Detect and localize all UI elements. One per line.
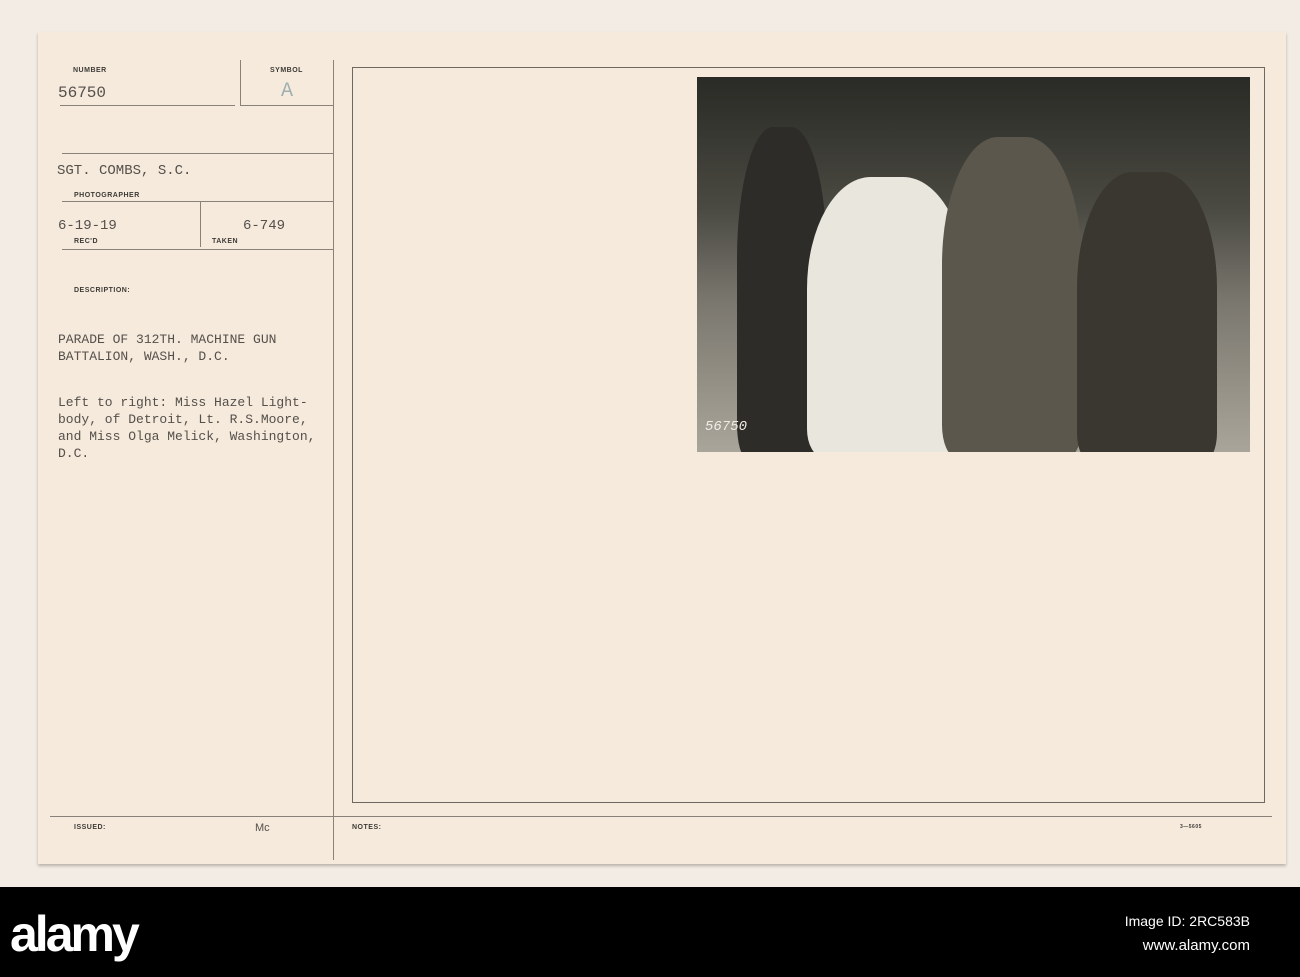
description-line: PARADE OF 312TH. MACHINE GUN bbox=[58, 332, 277, 347]
number-value: 56750 bbox=[58, 84, 107, 102]
issued-label: ISSUED: bbox=[74, 824, 106, 831]
photographer-label: PHOTOGRAPHER bbox=[74, 192, 140, 199]
received-value: 6-19-19 bbox=[58, 218, 117, 234]
symbol-label: SYMBOL bbox=[270, 67, 303, 74]
symbol-value: A bbox=[281, 80, 294, 103]
taken-value: 6-749 bbox=[243, 218, 286, 234]
site-url: www.alamy.com bbox=[1142, 937, 1250, 954]
stock-footer: alamy Image ID: 2RC583B www.alamy.com bbox=[0, 887, 1300, 977]
caption-line: Left to right: Miss Hazel Light- bbox=[58, 395, 308, 410]
photograph: 56750 bbox=[697, 77, 1250, 452]
received-label: REC'D bbox=[74, 238, 98, 245]
number-label: NUMBER bbox=[73, 67, 107, 74]
caption-line: body, of Detroit, Lt. R.S.Moore, bbox=[58, 412, 308, 427]
photographer-value: SGT. COMBS, S.C. bbox=[57, 163, 192, 179]
alamy-logo: alamy bbox=[10, 906, 140, 962]
caption-line: D.C. bbox=[58, 446, 90, 461]
description-line: BATTALION, WASH., D.C. bbox=[58, 349, 230, 364]
image-id: Image ID: 2RC583B bbox=[1124, 913, 1250, 929]
caption-line: and Miss Olga Melick, Washington, bbox=[58, 429, 316, 444]
taken-label: TAKEN bbox=[212, 238, 239, 245]
photo-number: 56750 bbox=[705, 419, 748, 435]
form-number: 3—5605 bbox=[1180, 824, 1202, 830]
issued-initials: Mc bbox=[255, 822, 270, 834]
description-label: DESCRIPTION: bbox=[74, 287, 131, 294]
notes-label: NOTES: bbox=[352, 824, 382, 831]
